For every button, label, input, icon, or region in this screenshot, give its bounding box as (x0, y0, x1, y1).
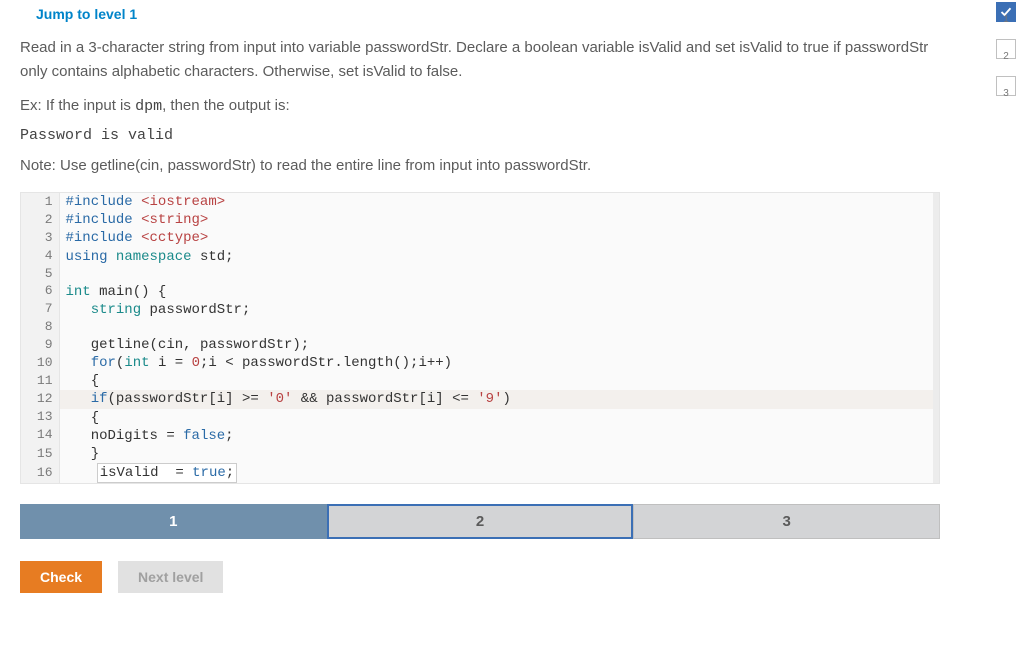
code-cell[interactable]: #include <iostream> (59, 193, 933, 211)
tabs-row: 123 (20, 504, 940, 539)
example-output: Password is valid (20, 127, 940, 144)
line-number: 6 (21, 283, 59, 301)
code-cell[interactable]: { (59, 372, 933, 390)
code-line[interactable]: 7 string passwordStr; (21, 301, 939, 319)
line-number: 12 (21, 390, 59, 408)
line-number: 10 (21, 354, 59, 372)
code-cell[interactable] (59, 319, 933, 336)
next-level-button: Next level (118, 561, 223, 593)
line-number: 8 (21, 319, 59, 336)
code-cell[interactable]: getline(cin, passwordStr); (59, 336, 933, 354)
note-text: Note: Use getline(cin, passwordStr) to r… (20, 154, 940, 178)
progress-boxes: 1 2 3 (996, 2, 1016, 99)
line-number: 4 (21, 248, 59, 266)
line-number: 16 (21, 463, 59, 483)
code-line[interactable]: 11 { (21, 372, 939, 390)
code-cell[interactable]: isValid = true; (59, 463, 933, 483)
progress-label: 3 (1003, 88, 1009, 99)
code-cell[interactable]: for(int i = 0;i < passwordStr.length();i… (59, 354, 933, 372)
tab-1[interactable]: 1 (20, 504, 327, 539)
line-number: 2 (21, 211, 59, 229)
line-number: 7 (21, 301, 59, 319)
code-line[interactable]: 5 (21, 266, 939, 283)
line-number: 5 (21, 266, 59, 283)
example-prefix: Ex: If the input is (20, 97, 135, 114)
code-line[interactable]: 4using namespace std; (21, 248, 939, 266)
code-cell[interactable]: #include <cctype> (59, 229, 933, 247)
line-number: 15 (21, 445, 59, 463)
line-number: 14 (21, 427, 59, 445)
code-editor[interactable]: 1#include <iostream>2#include <string>3#… (20, 192, 940, 484)
code-cell[interactable]: } (59, 445, 933, 463)
code-cell[interactable]: using namespace std; (59, 248, 933, 266)
code-cell[interactable]: string passwordStr; (59, 301, 933, 319)
line-number: 1 (21, 193, 59, 211)
code-line[interactable]: 6int main() { (21, 283, 939, 301)
line-number: 13 (21, 409, 59, 427)
example-suffix: , then the output is: (162, 97, 290, 114)
code-line[interactable]: 13 { (21, 409, 939, 427)
code-line[interactable]: 10 for(int i = 0;i < passwordStr.length(… (21, 354, 939, 372)
line-number: 11 (21, 372, 59, 390)
jump-link[interactable]: Jump to level 1 (36, 6, 137, 22)
line-number: 9 (21, 336, 59, 354)
check-button[interactable]: Check (20, 561, 102, 593)
code-line[interactable]: 16 isValid = true; (21, 463, 939, 483)
instruction-text: Read in a 3-character string from input … (20, 36, 940, 84)
code-line[interactable]: 8 (21, 319, 939, 336)
example-line: Ex: If the input is dpm, then the output… (20, 94, 940, 119)
code-line[interactable]: 2#include <string> (21, 211, 939, 229)
line-number: 3 (21, 229, 59, 247)
buttons-row: Check Next level (20, 561, 940, 593)
code-cell[interactable]: { (59, 409, 933, 427)
code-cell[interactable]: if(passwordStr[i] >= '0' && passwordStr[… (59, 390, 933, 408)
code-line[interactable]: 14 noDigits = false; (21, 427, 939, 445)
code-line[interactable]: 3#include <cctype> (21, 229, 939, 247)
code-line[interactable]: 1#include <iostream> (21, 193, 939, 211)
code-line[interactable]: 12 if(passwordStr[i] >= '0' && passwordS… (21, 390, 939, 408)
code-line[interactable]: 15 } (21, 445, 939, 463)
code-cell[interactable]: noDigits = false; (59, 427, 933, 445)
tab-2[interactable]: 2 (327, 504, 634, 539)
code-cell[interactable]: #include <string> (59, 211, 933, 229)
tab-3[interactable]: 3 (633, 504, 940, 539)
example-input: dpm (135, 98, 162, 115)
progress-label: 2 (1003, 51, 1009, 62)
progress-label: 1 (1003, 14, 1009, 25)
code-cell[interactable] (59, 266, 933, 283)
code-cell[interactable]: int main() { (59, 283, 933, 301)
code-line[interactable]: 9 getline(cin, passwordStr); (21, 336, 939, 354)
